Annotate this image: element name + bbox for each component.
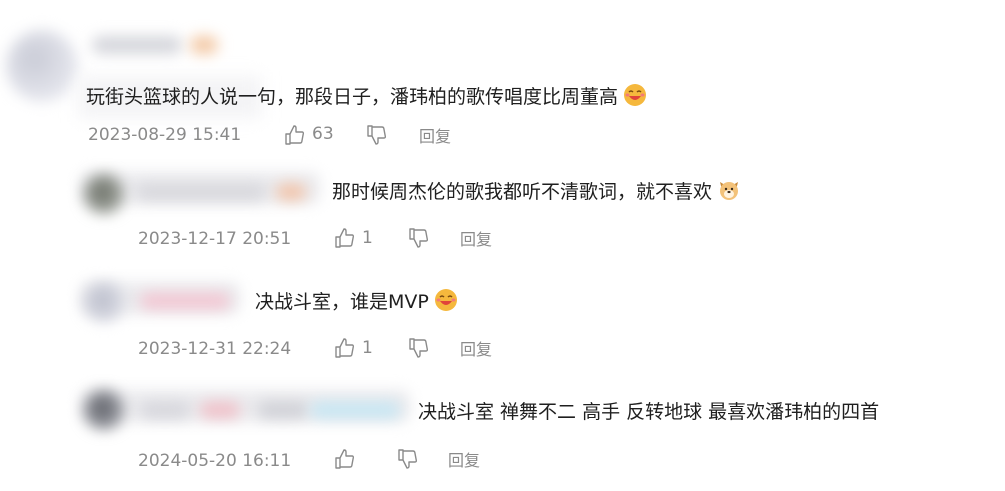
- commenter-name-blurred[interactable]: [92, 36, 182, 54]
- comment-timestamp: 2023-08-29 15:41: [88, 125, 242, 145]
- like-count: 1: [362, 228, 373, 248]
- reply-username-blurred[interactable]: [140, 293, 230, 309]
- reply-username-blurred[interactable]: [140, 402, 190, 418]
- reply-timestamp: 2024-05-20 16:11: [138, 451, 292, 471]
- dog-face-emoji-icon: [717, 178, 741, 206]
- thumbs-down-icon[interactable]: [365, 124, 387, 146]
- thumbs-up-icon[interactable]: [333, 227, 355, 249]
- commenter-avatar[interactable]: [6, 30, 78, 102]
- reply-timestamp: 2023-12-31 22:24: [138, 339, 292, 359]
- comment-body: 玩街头篮球的人说一句，那段日子，潘玮柏的歌传唱度比周董高: [86, 83, 647, 111]
- reply-timestamp: 2023-12-17 20:51: [138, 229, 292, 249]
- reply-text: 那时候周杰伦的歌我都听不清歌词，就不喜欢: [332, 181, 713, 203]
- reply-badge-blurred: [310, 402, 400, 418]
- reply-button[interactable]: 回复: [419, 126, 451, 148]
- thumbs-down-icon[interactable]: [396, 448, 418, 470]
- commenter-badge-blurred: [190, 36, 218, 54]
- thumbs-up-icon[interactable]: [283, 124, 305, 146]
- reply-button[interactable]: 回复: [448, 450, 480, 472]
- reply-avatar[interactable]: [84, 282, 124, 322]
- reply-body: 那时候周杰伦的歌我都听不清歌词，就不喜欢: [332, 178, 741, 206]
- reply-badge-blurred: [258, 402, 308, 418]
- thumbs-up-icon[interactable]: [333, 337, 355, 359]
- reply-username-blurred[interactable]: [136, 184, 266, 200]
- thumbs-down-icon[interactable]: [407, 337, 429, 359]
- reply-badge-blurred: [276, 184, 306, 200]
- laughing-face-emoji-icon: [434, 288, 458, 316]
- reply-badge-blurred: [200, 402, 240, 418]
- comment-text: 玩街头篮球的人说一句，那段日子，潘玮柏的歌传唱度比周董高: [86, 86, 619, 108]
- reply-body: 决战斗室 禅舞不二 高手 反转地球 最喜欢潘玮柏的四首: [418, 399, 879, 425]
- reply-text: 决战斗室 禅舞不二 高手 反转地球 最喜欢潘玮柏的四首: [418, 401, 880, 423]
- reply-button[interactable]: 回复: [460, 229, 492, 251]
- laughing-face-emoji-icon: [623, 83, 647, 111]
- like-count: 63: [312, 124, 334, 144]
- thumbs-up-icon[interactable]: [333, 448, 355, 470]
- reply-body: 决战斗室，谁是MVP: [255, 288, 458, 316]
- thumbs-down-icon[interactable]: [407, 227, 429, 249]
- reply-button[interactable]: 回复: [460, 339, 492, 361]
- reply-avatar[interactable]: [84, 390, 124, 430]
- like-count: 1: [362, 338, 373, 358]
- reply-avatar[interactable]: [84, 174, 124, 214]
- reply-text: 决战斗室，谁是MVP: [255, 291, 429, 313]
